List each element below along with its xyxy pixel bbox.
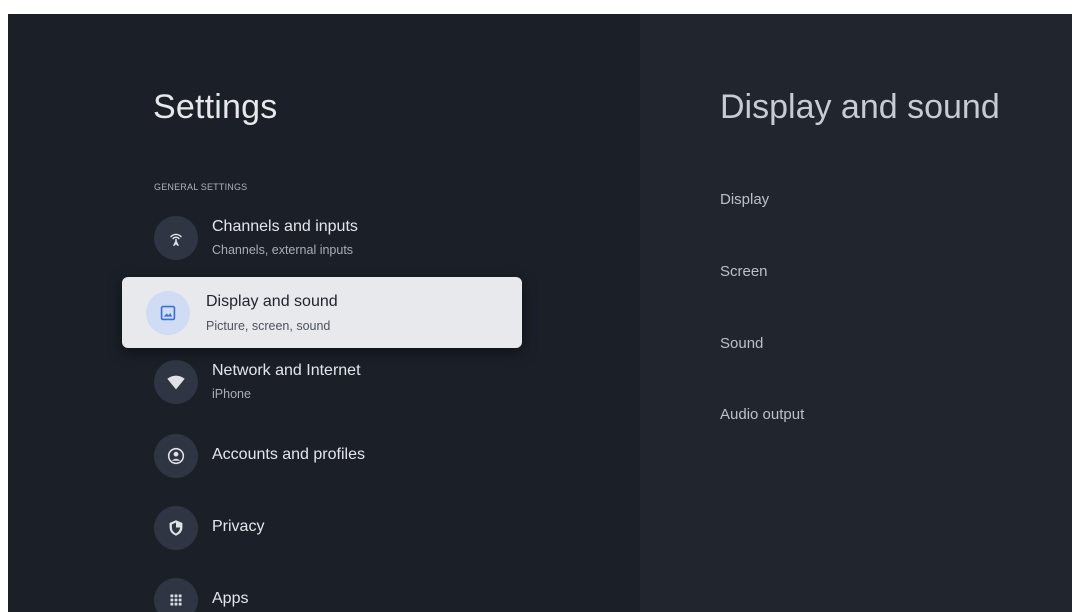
- wifi-icon: [154, 360, 198, 404]
- detail-panel: Display and sound Display Screen Sound A…: [640, 14, 1072, 612]
- section-label-general-settings: GENERAL SETTINGS: [154, 182, 248, 192]
- shield-icon: [154, 506, 198, 550]
- menu-item-channels-and-inputs[interactable]: Channels and inputs Channels, external i…: [154, 210, 534, 266]
- menu-item-subtitle: Channels, external inputs: [212, 243, 354, 257]
- menu-item-title: Apps: [212, 590, 249, 607]
- menu-item-title: Privacy: [212, 518, 265, 535]
- menu-item-display-and-sound[interactable]: Display and sound Picture, screen, sound: [122, 277, 522, 348]
- menu-item-title: Channels and inputs: [212, 218, 358, 235]
- detail-item-audio-output[interactable]: Audio output: [720, 406, 804, 423]
- detail-item-screen[interactable]: Screen: [720, 263, 768, 280]
- menu-item-title: Display and sound: [206, 293, 338, 310]
- tv-screen: Settings GENERAL SETTINGS Channels and i…: [8, 14, 1072, 612]
- menu-item-title: Network and Internet: [212, 362, 361, 379]
- antenna-icon: [154, 216, 198, 260]
- account-circle-icon: [154, 434, 198, 478]
- settings-panel: Settings GENERAL SETTINGS Channels and i…: [8, 14, 640, 612]
- menu-item-network-and-internet[interactable]: Network and Internet iPhone: [154, 354, 534, 410]
- menu-item-subtitle: iPhone: [212, 387, 251, 401]
- menu-item-privacy[interactable]: Privacy: [154, 500, 534, 556]
- image-icon: [146, 291, 190, 335]
- menu-item-subtitle: Picture, screen, sound: [206, 319, 331, 333]
- detail-title: Display and sound: [720, 88, 1000, 126]
- menu-item-accounts-and-profiles[interactable]: Accounts and profiles: [154, 428, 534, 484]
- apps-grid-icon: [154, 578, 198, 612]
- detail-item-sound[interactable]: Sound: [720, 335, 763, 352]
- page-title: Settings: [153, 88, 278, 126]
- menu-item-title: Accounts and profiles: [212, 446, 365, 463]
- detail-item-display[interactable]: Display: [720, 191, 769, 208]
- menu-item-apps[interactable]: Apps: [154, 572, 534, 612]
